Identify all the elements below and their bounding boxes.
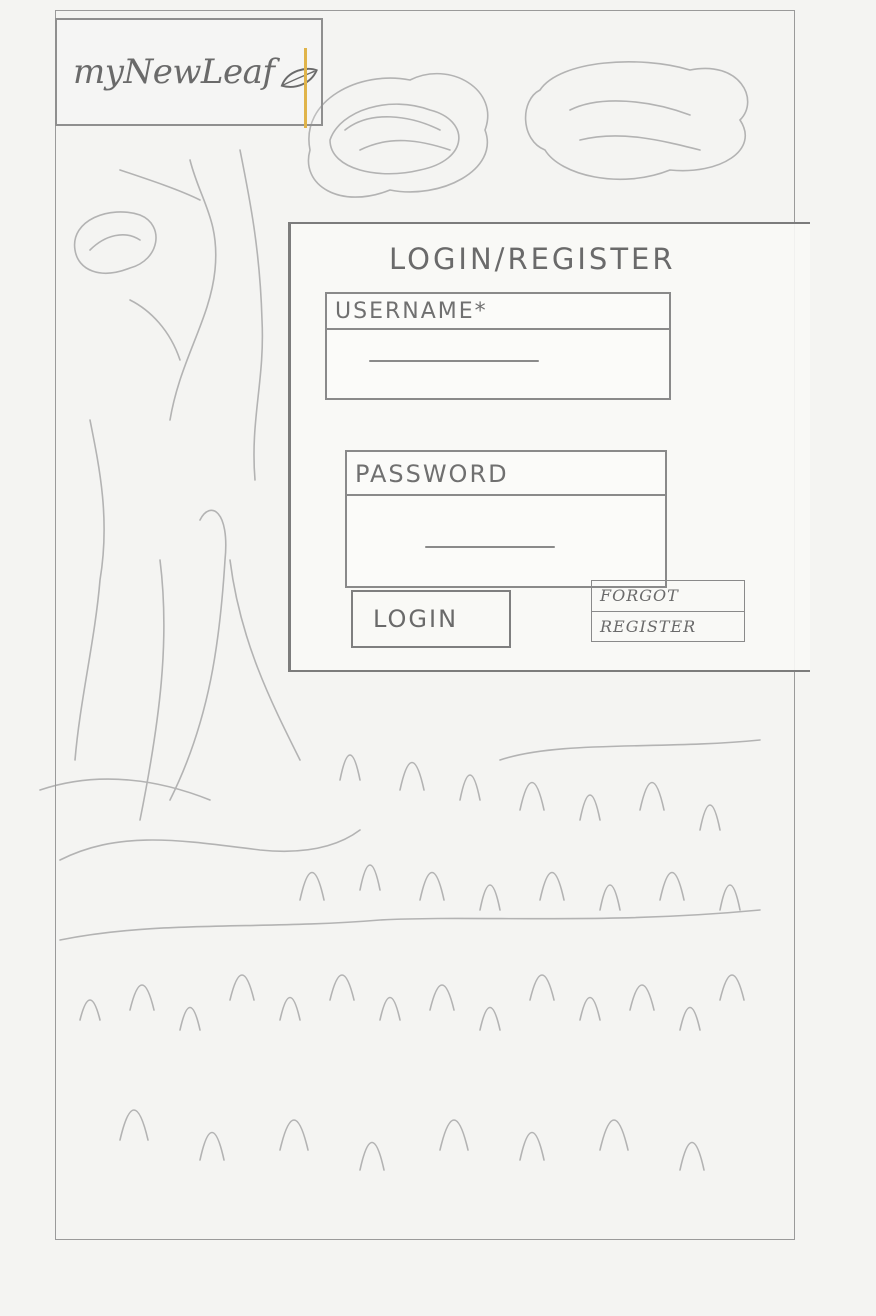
password-input[interactable] (347, 496, 665, 586)
password-label: PASSWORD (347, 452, 665, 496)
forgot-register-box: FORGOT REGISTER (591, 580, 745, 642)
password-field[interactable]: PASSWORD (345, 450, 667, 588)
app-logo-text: myNewLeaf (73, 52, 275, 92)
register-link[interactable]: REGISTER (592, 611, 744, 642)
text-cursor (304, 48, 307, 128)
app-logo[interactable]: myNewLeaf (55, 18, 323, 126)
forgot-link[interactable]: FORGOT (592, 581, 744, 611)
password-placeholder-line (425, 546, 555, 548)
username-placeholder-line (369, 360, 539, 362)
login-register-panel: LOGIN/REGISTER USERNAME* PASSWORD LOGIN … (288, 222, 810, 672)
username-label: USERNAME* (327, 294, 669, 330)
username-field[interactable]: USERNAME* (325, 292, 671, 400)
username-input[interactable] (327, 330, 669, 398)
panel-title: LOGIN/REGISTER (389, 242, 676, 276)
login-button[interactable]: LOGIN (351, 590, 511, 648)
leaf-icon (281, 67, 319, 88)
